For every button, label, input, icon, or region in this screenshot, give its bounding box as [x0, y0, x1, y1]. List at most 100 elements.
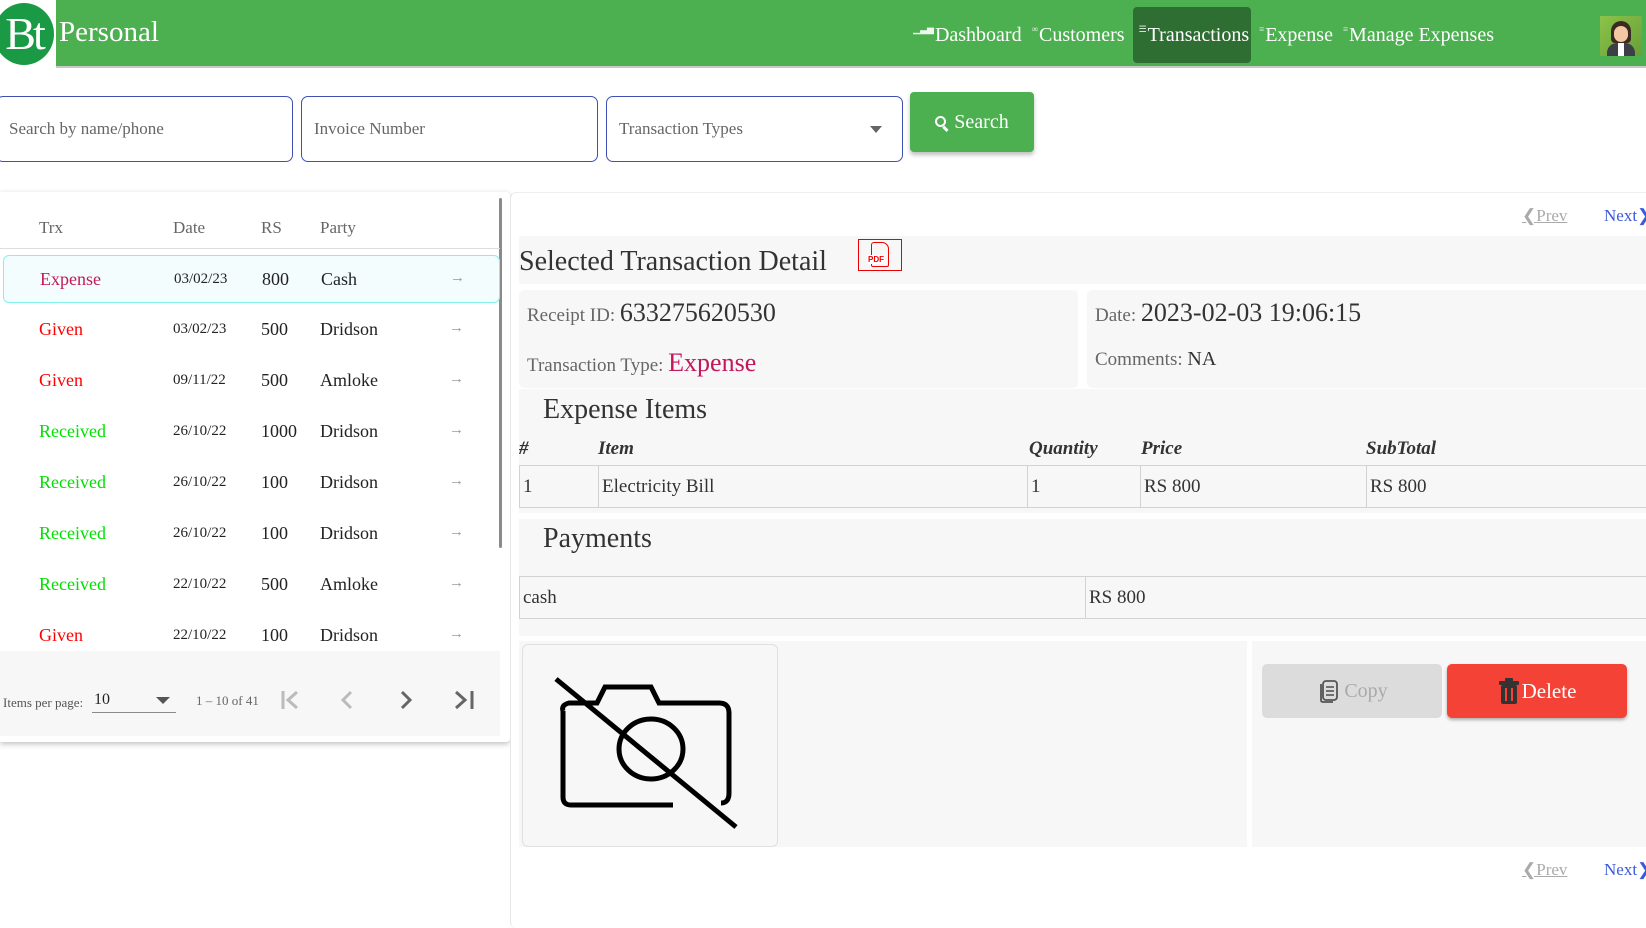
- column-header-no: #: [519, 438, 529, 460]
- expense-items-table: 1 Electricity Bill 1 RS 800 RS 800: [519, 465, 1646, 508]
- transactions-list-panel: Trx Date RS Party Expense03/02/23800Cash…: [0, 192, 510, 742]
- receipt-photo[interactable]: [522, 644, 778, 847]
- nav-dashboard[interactable]: ▁▃▅Dashboard: [911, 7, 1023, 63]
- list-icon: ☰: [1139, 24, 1147, 35]
- logo[interactable]: Bt: [0, 0, 56, 68]
- first-page-button[interactable]: [270, 681, 310, 719]
- user-avatar[interactable]: [1600, 16, 1642, 56]
- no-camera-icon: [523, 645, 779, 848]
- trx-type: Received: [39, 472, 106, 493]
- column-header-party[interactable]: Party: [320, 218, 356, 238]
- arrow-right-icon[interactable]: →: [449, 626, 464, 643]
- receipt-id-line: Receipt ID: 633275620530: [527, 298, 776, 328]
- pdf-download-button[interactable]: PDF: [858, 239, 902, 271]
- next-transaction-link-top[interactable]: Next❯: [1604, 206, 1646, 226]
- trx-amount: 100: [261, 472, 288, 493]
- trx-date: 22/10/22: [173, 576, 226, 593]
- trx-amount: 100: [261, 523, 288, 544]
- table-row[interactable]: Received 26/10/22 1000 Dridson →: [3, 408, 500, 456]
- column-header-date[interactable]: Date: [173, 218, 205, 238]
- prev-transaction-link-top[interactable]: ❮Prev: [1522, 206, 1567, 226]
- table-row[interactable]: Given09/11/22500Amloke→: [3, 357, 500, 405]
- arrow-right-icon[interactable]: →: [449, 422, 464, 439]
- detail-title-row: Selected Transaction Detail PDF: [519, 236, 1646, 284]
- last-page-icon: [450, 685, 480, 715]
- receipt-id-label: Receipt ID:: [527, 305, 615, 326]
- pdf-label: PDF: [867, 255, 885, 264]
- date-info-card: Date: 2023-02-03 19:06:15 Comments: NA: [1087, 290, 1646, 388]
- arrow-right-icon[interactable]: →: [449, 524, 464, 541]
- arrow-right-icon[interactable]: →: [449, 575, 464, 592]
- expense-items-section: Expense Items # Item Quantity Price SubT…: [519, 389, 1646, 513]
- comments-label: Comments:: [1095, 349, 1183, 370]
- items-per-page-select[interactable]: 10: [92, 687, 176, 713]
- trx-type: Given: [39, 370, 83, 391]
- nav-customers[interactable]: ∞Customers: [1030, 7, 1127, 63]
- main-nav: ▁▃▅Dashboard ∞Customers ☰Transactions ≡E…: [911, 7, 1496, 63]
- arrow-right-icon[interactable]: →: [449, 473, 464, 490]
- copy-button-label: Copy: [1344, 680, 1387, 703]
- transaction-types-select[interactable]: Transaction Types: [606, 96, 903, 162]
- arrow-right-icon[interactable]: →: [450, 270, 465, 287]
- table-row[interactable]: Received 26/10/22 100 Dridson →: [3, 459, 500, 507]
- search-icon: [935, 116, 946, 127]
- prev-transaction-link-bottom[interactable]: ❮Prev: [1522, 860, 1567, 880]
- trx-amount: 1000: [261, 421, 297, 442]
- trx-party: Dridson: [320, 625, 378, 646]
- trx-party: Dridson: [320, 472, 378, 493]
- delete-button[interactable]: Delete: [1447, 664, 1627, 718]
- trx-party: Amloke: [320, 370, 378, 391]
- trx-amount: 800: [262, 269, 289, 290]
- chevron-down-icon: [156, 697, 170, 704]
- search-button[interactable]: Search: [910, 92, 1034, 152]
- nav-label: Customers: [1039, 24, 1125, 47]
- arrow-right-icon[interactable]: →: [449, 371, 464, 388]
- column-header-rs[interactable]: RS: [261, 218, 282, 238]
- nav-label: Dashboard: [935, 24, 1022, 47]
- table-row[interactable]: Received 22/10/22 500 Amloke →: [3, 561, 500, 609]
- copy-button[interactable]: Copy: [1262, 664, 1442, 718]
- brand-name[interactable]: Personal: [59, 16, 159, 49]
- trx-party: Dridson: [320, 523, 378, 544]
- transaction-types-value: Transaction Types: [619, 119, 870, 139]
- trx-amount: 500: [261, 574, 288, 595]
- trx-type: Received: [39, 421, 106, 442]
- previous-page-button[interactable]: [327, 681, 367, 719]
- trx-date: 09/11/22: [173, 372, 226, 389]
- table-row[interactable]: Given03/02/23500Dridson→: [3, 306, 500, 354]
- trx-date: 26/10/22: [173, 423, 226, 440]
- trx-date: 03/02/23: [174, 271, 227, 288]
- table-row[interactable]: Received26/10/22100Dridson→: [3, 510, 500, 558]
- trash-icon: [1498, 677, 1520, 705]
- attachment-area: [519, 641, 1247, 847]
- chevron-down-icon: [870, 126, 882, 133]
- arrow-right-icon[interactable]: →: [449, 320, 464, 337]
- name-phone-search-input[interactable]: [0, 97, 292, 161]
- trx-party: Dridson: [320, 421, 378, 442]
- date-label: Date:: [1095, 305, 1136, 326]
- column-header-item: Item: [598, 438, 634, 460]
- payment-method: cash: [520, 577, 1086, 619]
- column-header-trx[interactable]: Trx: [39, 218, 63, 238]
- bar-chart-icon: ▁▃▅: [913, 24, 934, 35]
- next-page-button[interactable]: [386, 681, 426, 719]
- next-transaction-link-bottom[interactable]: Next❯: [1604, 860, 1646, 880]
- items-per-page-value: 10: [94, 691, 110, 709]
- trx-date: 26/10/22: [173, 474, 226, 491]
- first-page-icon: [275, 685, 305, 715]
- trx-type: Received: [39, 574, 106, 595]
- logo-mark: Bt: [0, 3, 54, 65]
- table-row[interactable]: Expense03/02/23800Cash→: [3, 255, 500, 303]
- invoice-number-input[interactable]: [302, 97, 597, 161]
- trx-type: Expense: [40, 269, 101, 290]
- last-page-button[interactable]: [445, 681, 485, 719]
- nav-manage-expenses[interactable]: ≡Manage Expenses: [1341, 7, 1496, 63]
- users-icon: ∞: [1032, 24, 1038, 34]
- delete-button-label: Delete: [1522, 679, 1577, 704]
- nav-expense[interactable]: ≡Expense: [1257, 7, 1335, 63]
- nav-transactions[interactable]: ☰Transactions: [1133, 7, 1252, 63]
- trx-date: 26/10/22: [173, 525, 226, 542]
- trx-party: Amloke: [320, 574, 378, 595]
- transaction-type-value: Expense: [668, 348, 756, 377]
- table-row: 1 Electricity Bill 1 RS 800 RS 800: [520, 466, 1646, 508]
